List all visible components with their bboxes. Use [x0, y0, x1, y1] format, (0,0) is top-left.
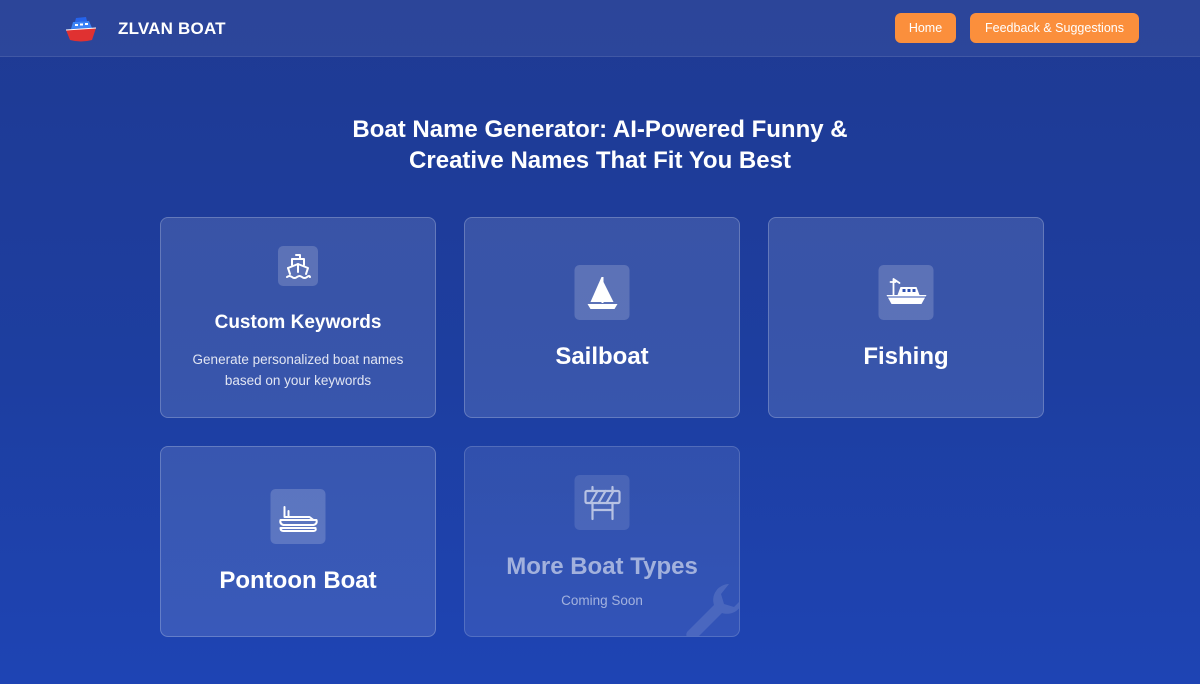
- card-title: Pontoon Boat: [219, 567, 377, 594]
- brand[interactable]: ZLVAN BOAT: [62, 12, 226, 46]
- card-title: More Boat Types: [506, 553, 698, 580]
- ship-icon: [278, 246, 318, 286]
- card-title: Custom Keywords: [214, 312, 382, 333]
- card-description-line-1: Generate personalized boat names: [192, 352, 404, 367]
- page-title: Boat Name Generator: AI-Powered Funny & …: [300, 114, 900, 176]
- card-fishing[interactable]: Fishing: [768, 217, 1044, 418]
- page-title-line-1: Boat Name Generator: AI-Powered Funny &: [352, 116, 848, 143]
- wrench-icon: [686, 584, 739, 636]
- top-navbar: ZLVAN BOAT Home Feedback & Suggestions: [0, 0, 1200, 57]
- card-description: Generate personalized boat names based o…: [161, 349, 435, 391]
- barrier-icon: [574, 475, 630, 530]
- card-sailboat[interactable]: Sailboat: [464, 217, 740, 418]
- page-title-line-2: Creative Names That Fit You Best: [409, 147, 791, 174]
- card-description-line-2: based on your keywords: [224, 373, 372, 388]
- card-custom-keywords[interactable]: Custom Keywords Generate personalized bo…: [160, 217, 436, 418]
- card-pontoon-boat[interactable]: Pontoon Boat: [160, 446, 436, 637]
- sailboat-icon: [574, 265, 630, 320]
- boat-logo-icon: [65, 17, 97, 42]
- card-title: Fishing: [863, 343, 949, 370]
- card-title: Sailboat: [555, 343, 649, 370]
- feedback-button[interactable]: Feedback & Suggestions: [970, 13, 1139, 43]
- card-more-boat-types: More Boat Types Coming Soon: [464, 446, 740, 637]
- brand-name: ZLVAN BOAT: [118, 19, 226, 38]
- fishing-boat-icon: [878, 265, 934, 320]
- pontoon-boat-icon: [270, 489, 326, 544]
- nav-buttons: Home Feedback & Suggestions: [895, 13, 1139, 43]
- home-button[interactable]: Home: [895, 13, 956, 43]
